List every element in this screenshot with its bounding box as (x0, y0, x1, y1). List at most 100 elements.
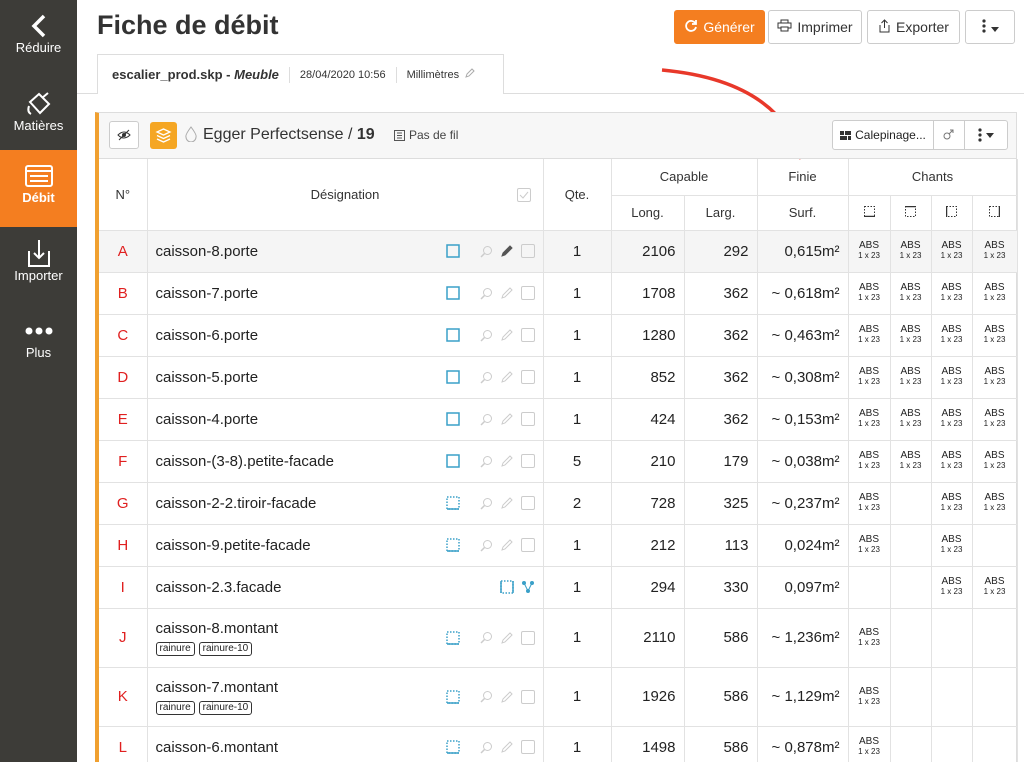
row-checkbox[interactable] (520, 328, 535, 342)
edge-material: ABS (858, 240, 879, 251)
row-checkbox[interactable] (520, 412, 535, 426)
edge-material: ABS (984, 282, 1005, 293)
search-icon[interactable] (479, 413, 493, 426)
part-surface: 0,024m² (757, 524, 849, 567)
edge-cell: ABS 1 x 23 (931, 482, 973, 525)
tag-badge: rainure (155, 641, 195, 656)
export-button[interactable]: Exporter (867, 10, 960, 44)
material-type-icon (150, 122, 177, 149)
pencil-icon[interactable] (500, 496, 514, 510)
edge-cell: ABS 1 x 23 (972, 272, 1018, 315)
table-row[interactable]: Lcaisson-6.montant 1 1498 586 ~ 0,878m² ABS 1… (99, 726, 1018, 762)
row-icons (445, 538, 535, 552)
part-qty: 1 (543, 230, 612, 273)
print-button[interactable]: Imprimer (768, 10, 862, 44)
edge-material: ABS (900, 366, 921, 377)
table-row[interactable]: Jcaisson-8.montant rainure rainure-10 1 211… (99, 608, 1018, 668)
row-checkbox[interactable] (520, 370, 535, 384)
row-checkbox[interactable] (520, 689, 535, 704)
part-length: 294 (611, 566, 685, 609)
table-row[interactable]: Icaisson-2.3.facade 1 294 330 0,097m² ABS 1 x… (99, 566, 1018, 609)
part-designation: caisson-2-2.tiroir-facade (147, 482, 544, 525)
edge-material: ABS (900, 408, 921, 419)
options-button[interactable] (933, 120, 965, 150)
visibility-toggle-button[interactable] (109, 121, 139, 149)
sidebar-item-plus[interactable]: Plus (0, 305, 77, 382)
pencil-icon[interactable] (500, 631, 514, 645)
table-row[interactable]: Gcaisson-2-2.tiroir-facade 2 728 325 ~ 0,23… (99, 482, 1018, 525)
search-icon[interactable] (479, 741, 493, 754)
search-icon[interactable] (479, 497, 493, 510)
part-width: 330 (684, 566, 758, 609)
row-checkbox[interactable] (520, 740, 535, 754)
pencil-icon[interactable] (500, 690, 514, 704)
search-icon[interactable] (479, 455, 493, 468)
pencil-icon[interactable] (500, 370, 514, 384)
sidebar-item-matieres[interactable]: Matières (0, 78, 77, 155)
table-row[interactable]: Bcaisson-7.porte 1 1708 362 ~ 0,618m² ABS 1 x… (99, 272, 1018, 315)
check-icon (519, 191, 528, 199)
import-icon (0, 240, 77, 268)
part-width: 586 (684, 608, 758, 668)
sidebar-item-reduire[interactable]: Réduire (0, 0, 77, 77)
panel-more-button[interactable] (964, 120, 1008, 150)
select-all-checkbox[interactable] (516, 188, 531, 202)
pencil-icon[interactable] (500, 454, 514, 468)
table-row[interactable]: Fcaisson-(3-8).petite-facade 5 210 179 ~ 0,… (99, 440, 1018, 483)
row-checkbox[interactable] (520, 454, 535, 468)
generate-button[interactable]: Générer (674, 10, 765, 44)
search-icon[interactable] (479, 539, 493, 552)
part-length: 1708 (611, 272, 685, 315)
search-icon[interactable] (479, 690, 493, 703)
pencil-icon[interactable] (500, 244, 514, 258)
search-icon[interactable] (479, 631, 493, 644)
edge-cell: ABS 1 x 23 (931, 440, 973, 483)
search-icon[interactable] (479, 371, 493, 384)
edge-size: 1 x 23 (983, 587, 1006, 596)
calepinage-button[interactable]: Calepinage... (832, 120, 934, 150)
caret-down-icon (986, 132, 994, 138)
search-icon[interactable] (479, 245, 493, 258)
network-icon[interactable] (521, 580, 535, 594)
edge-cell: ABS 1 x 23 (931, 272, 973, 315)
pencil-icon[interactable] (465, 68, 475, 81)
edge-right-icon (972, 195, 1018, 231)
table-row[interactable]: Hcaisson-9.petite-facade 1 212 113 0,024m² A… (99, 524, 1018, 567)
search-icon[interactable] (479, 287, 493, 300)
edge-cell (848, 566, 891, 609)
table-row[interactable]: Kcaisson-7.montant rainure rainure-10 1 192… (99, 667, 1018, 727)
pencil-icon[interactable] (500, 740, 514, 754)
edge-material: ABS (984, 366, 1005, 377)
pencil-icon[interactable] (500, 286, 514, 300)
pencil-icon[interactable] (500, 538, 514, 552)
sidebar-item-debit[interactable]: Débit (0, 150, 77, 227)
part-designation: caisson-6.montant (147, 726, 544, 762)
search-icon[interactable] (479, 329, 493, 342)
row-checkbox[interactable] (520, 244, 535, 258)
edge-material: ABS (941, 324, 962, 335)
paint-bucket-icon (0, 90, 77, 118)
row-checkbox[interactable] (520, 630, 535, 645)
file-tab[interactable]: escalier_prod.skp - Meuble 28/04/2020 10… (97, 54, 504, 94)
table-row[interactable]: Acaisson-8.porte 1 2106 292 0,615m² ABS 1 x 2… (99, 230, 1018, 273)
row-checkbox[interactable] (520, 496, 535, 510)
edge-cell (890, 566, 932, 609)
part-letter: J (99, 608, 148, 668)
row-checkbox[interactable] (520, 538, 535, 552)
unit-label: Millimètres (406, 68, 460, 81)
edge-material: ABS (900, 450, 921, 461)
table-row[interactable]: Ecaisson-4.porte 1 424 362 ~ 0,153m² ABS 1 x … (99, 398, 1018, 441)
part-shape-icon (445, 454, 460, 468)
part-letter: F (99, 440, 148, 483)
table-row[interactable]: Dcaisson-5.porte 1 852 362 ~ 0,308m² ABS 1 x … (99, 356, 1018, 399)
row-checkbox[interactable] (520, 286, 535, 300)
part-surface: 0,097m² (757, 566, 849, 609)
part-shape-icon (499, 580, 514, 594)
more-menu-button[interactable] (965, 10, 1015, 44)
pencil-icon[interactable] (500, 412, 514, 426)
pencil-icon[interactable] (500, 328, 514, 342)
sidebar-item-importer[interactable]: Importer (0, 228, 77, 305)
part-designation: caisson-2.3.facade (147, 566, 544, 609)
part-qty: 5 (543, 440, 612, 483)
table-row[interactable]: Ccaisson-6.porte 1 1280 362 ~ 0,463m² ABS 1 x… (99, 314, 1018, 357)
